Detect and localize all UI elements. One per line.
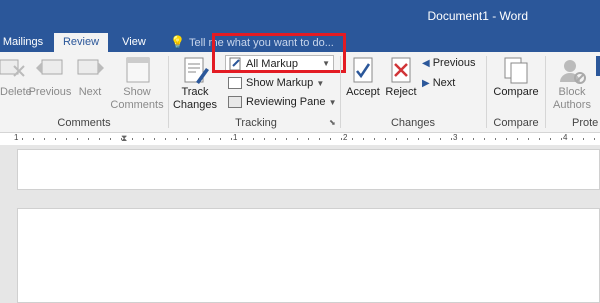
- next-change-button[interactable]: ▶ Next: [422, 75, 455, 92]
- track-label-2: Changes: [172, 99, 218, 111]
- previous-comment-icon: [36, 59, 63, 75]
- show-label-2: Comments: [110, 99, 164, 111]
- show-label-1: Show: [123, 86, 151, 98]
- accept-button[interactable]: Accept: [344, 56, 382, 99]
- tab-review[interactable]: Review: [54, 33, 108, 52]
- delete-comment-icon: [0, 59, 25, 77]
- next-change-icon: ▶: [422, 78, 430, 89]
- show-markup-icon: [228, 77, 242, 90]
- reject-label: Reject: [385, 86, 417, 98]
- block-authors-icon: [560, 60, 586, 84]
- compare-label: Compare: [493, 86, 539, 98]
- delete-comment-button[interactable]: Delete: [0, 56, 32, 99]
- ruler-number: 2: [343, 133, 348, 142]
- protect-icon[interactable]: [596, 56, 600, 76]
- chevron-down-icon: ▼: [316, 79, 325, 88]
- show-comments-button[interactable]: Show Comments: [108, 56, 166, 112]
- ruler-number: 1: [14, 133, 19, 142]
- reject-button[interactable]: Reject: [384, 56, 418, 99]
- block-label-1: Block: [558, 86, 586, 98]
- show-markup-label: Show Markup: [246, 77, 314, 89]
- compare-button[interactable]: Compare: [490, 56, 542, 99]
- highlight-box: [212, 33, 346, 73]
- reviewing-pane-icon: [228, 96, 242, 109]
- compare-group-label: Compare: [493, 117, 539, 129]
- group-divider: [545, 56, 546, 128]
- track-label-1: Track: [181, 86, 209, 98]
- tracking-group-label: Tracking: [235, 117, 277, 129]
- document-page[interactable]: [17, 149, 600, 190]
- group-divider: [340, 56, 341, 128]
- group-divider: [486, 56, 487, 128]
- previous-change-icon: ◀: [422, 58, 430, 69]
- next-comment-icon: [77, 59, 104, 75]
- tab-mailings[interactable]: Mailings: [0, 33, 46, 52]
- comments-group-label: Comments: [57, 117, 111, 129]
- group-divider: [168, 56, 169, 128]
- indent-marker-icon[interactable]: ⧗: [121, 133, 127, 144]
- accept-label: Accept: [346, 86, 380, 98]
- chevron-down-icon: ▼: [328, 98, 337, 107]
- reviewing-pane-label: Reviewing Pane: [246, 96, 326, 108]
- next-comment-button[interactable]: Next: [74, 56, 106, 99]
- next-label: Next: [78, 86, 102, 98]
- previous-change-button[interactable]: ◀ Previous: [422, 55, 476, 72]
- tracking-dialog-launcher-icon[interactable]: ⬊: [329, 118, 336, 127]
- window-title: Document1 - Word: [427, 9, 528, 23]
- block-authors-button[interactable]: Block Authors: [548, 56, 596, 112]
- changes-group-label: Changes: [390, 117, 436, 129]
- accept-icon: [353, 57, 373, 83]
- show-comments-icon: [126, 57, 150, 83]
- ruler-number: 1: [233, 133, 238, 142]
- document-page[interactable]: [17, 208, 600, 303]
- show-markup-button[interactable]: Show Markup ▼: [228, 75, 324, 92]
- protect-group-label: Prote: [572, 117, 599, 129]
- previous-label: Previous: [28, 86, 72, 98]
- previous-change-label: Previous: [432, 57, 476, 69]
- ruler-number: 4: [563, 133, 568, 142]
- lightbulb-icon: 💡: [170, 35, 185, 49]
- compare-icon: [504, 57, 528, 84]
- ruler-number: 3: [453, 133, 458, 142]
- reject-icon: [391, 57, 411, 83]
- next-change-label: Next: [432, 77, 456, 89]
- previous-comment-button[interactable]: Previous: [28, 56, 72, 99]
- ruler[interactable]: 1 1 2 3 4 ⧗: [0, 133, 600, 145]
- reviewing-pane-button[interactable]: Reviewing Pane ▼: [228, 94, 336, 111]
- delete-label: Delete: [0, 86, 32, 98]
- tab-view[interactable]: View: [116, 33, 152, 52]
- block-label-2: Authors: [553, 99, 591, 111]
